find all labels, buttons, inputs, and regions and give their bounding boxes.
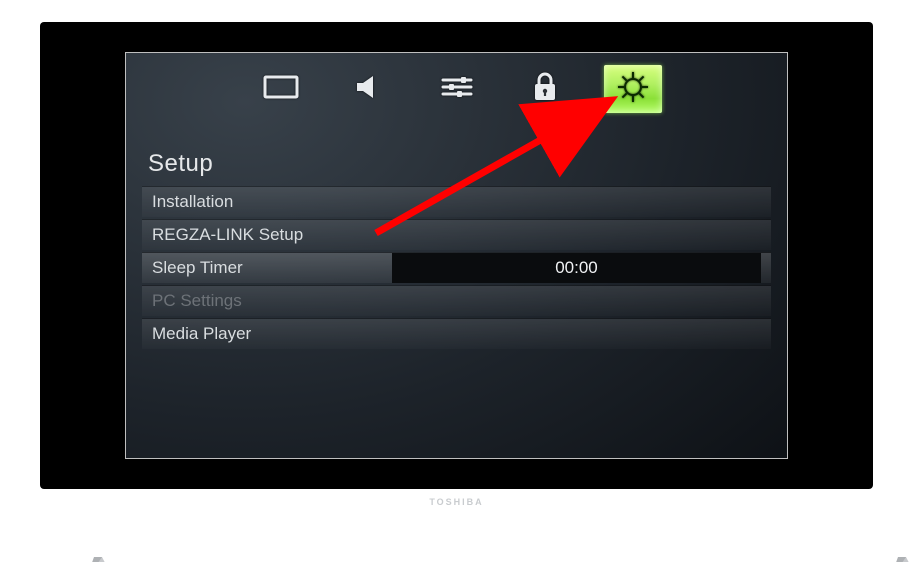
menu-item-label: REGZA-LINK Setup (152, 225, 392, 245)
picture-tab[interactable] (252, 65, 310, 113)
setup-gear-icon (613, 67, 653, 112)
setup-menu: Setup Installation REGZA-LINK Setup Slee… (142, 148, 771, 349)
pc-settings-row: PC Settings (142, 285, 771, 316)
menu-item-label: Installation (152, 192, 392, 212)
installation-row[interactable]: Installation (142, 186, 771, 217)
setup-tab[interactable] (604, 65, 662, 113)
sleep-timer-value[interactable]: 00:00 (392, 253, 761, 283)
menu-title: Setup (142, 148, 771, 184)
regza-link-setup-row[interactable]: REGZA-LINK Setup (142, 219, 771, 250)
settings-sliders-tab[interactable] (428, 65, 486, 113)
menu-item-label: PC Settings (152, 291, 392, 311)
tv-frame: Setup Installation REGZA-LINK Setup Slee… (40, 22, 873, 489)
sound-tab[interactable] (340, 65, 398, 113)
picture-icon (261, 72, 301, 107)
media-player-row[interactable]: Media Player (142, 318, 771, 349)
sliders-icon (437, 72, 477, 107)
sleep-timer-row[interactable]: Sleep Timer 00:00 (142, 252, 771, 283)
sound-icon (349, 72, 389, 107)
tv-screen: Setup Installation REGZA-LINK Setup Slee… (125, 52, 788, 459)
menu-item-label: Media Player (152, 324, 392, 344)
menu-item-label: Sleep Timer (152, 258, 392, 278)
tv-brand-label: TOSHIBA (40, 497, 873, 507)
lock-icon (525, 70, 565, 109)
top-icon-bar (126, 59, 787, 119)
parental-lock-tab[interactable] (516, 65, 574, 113)
